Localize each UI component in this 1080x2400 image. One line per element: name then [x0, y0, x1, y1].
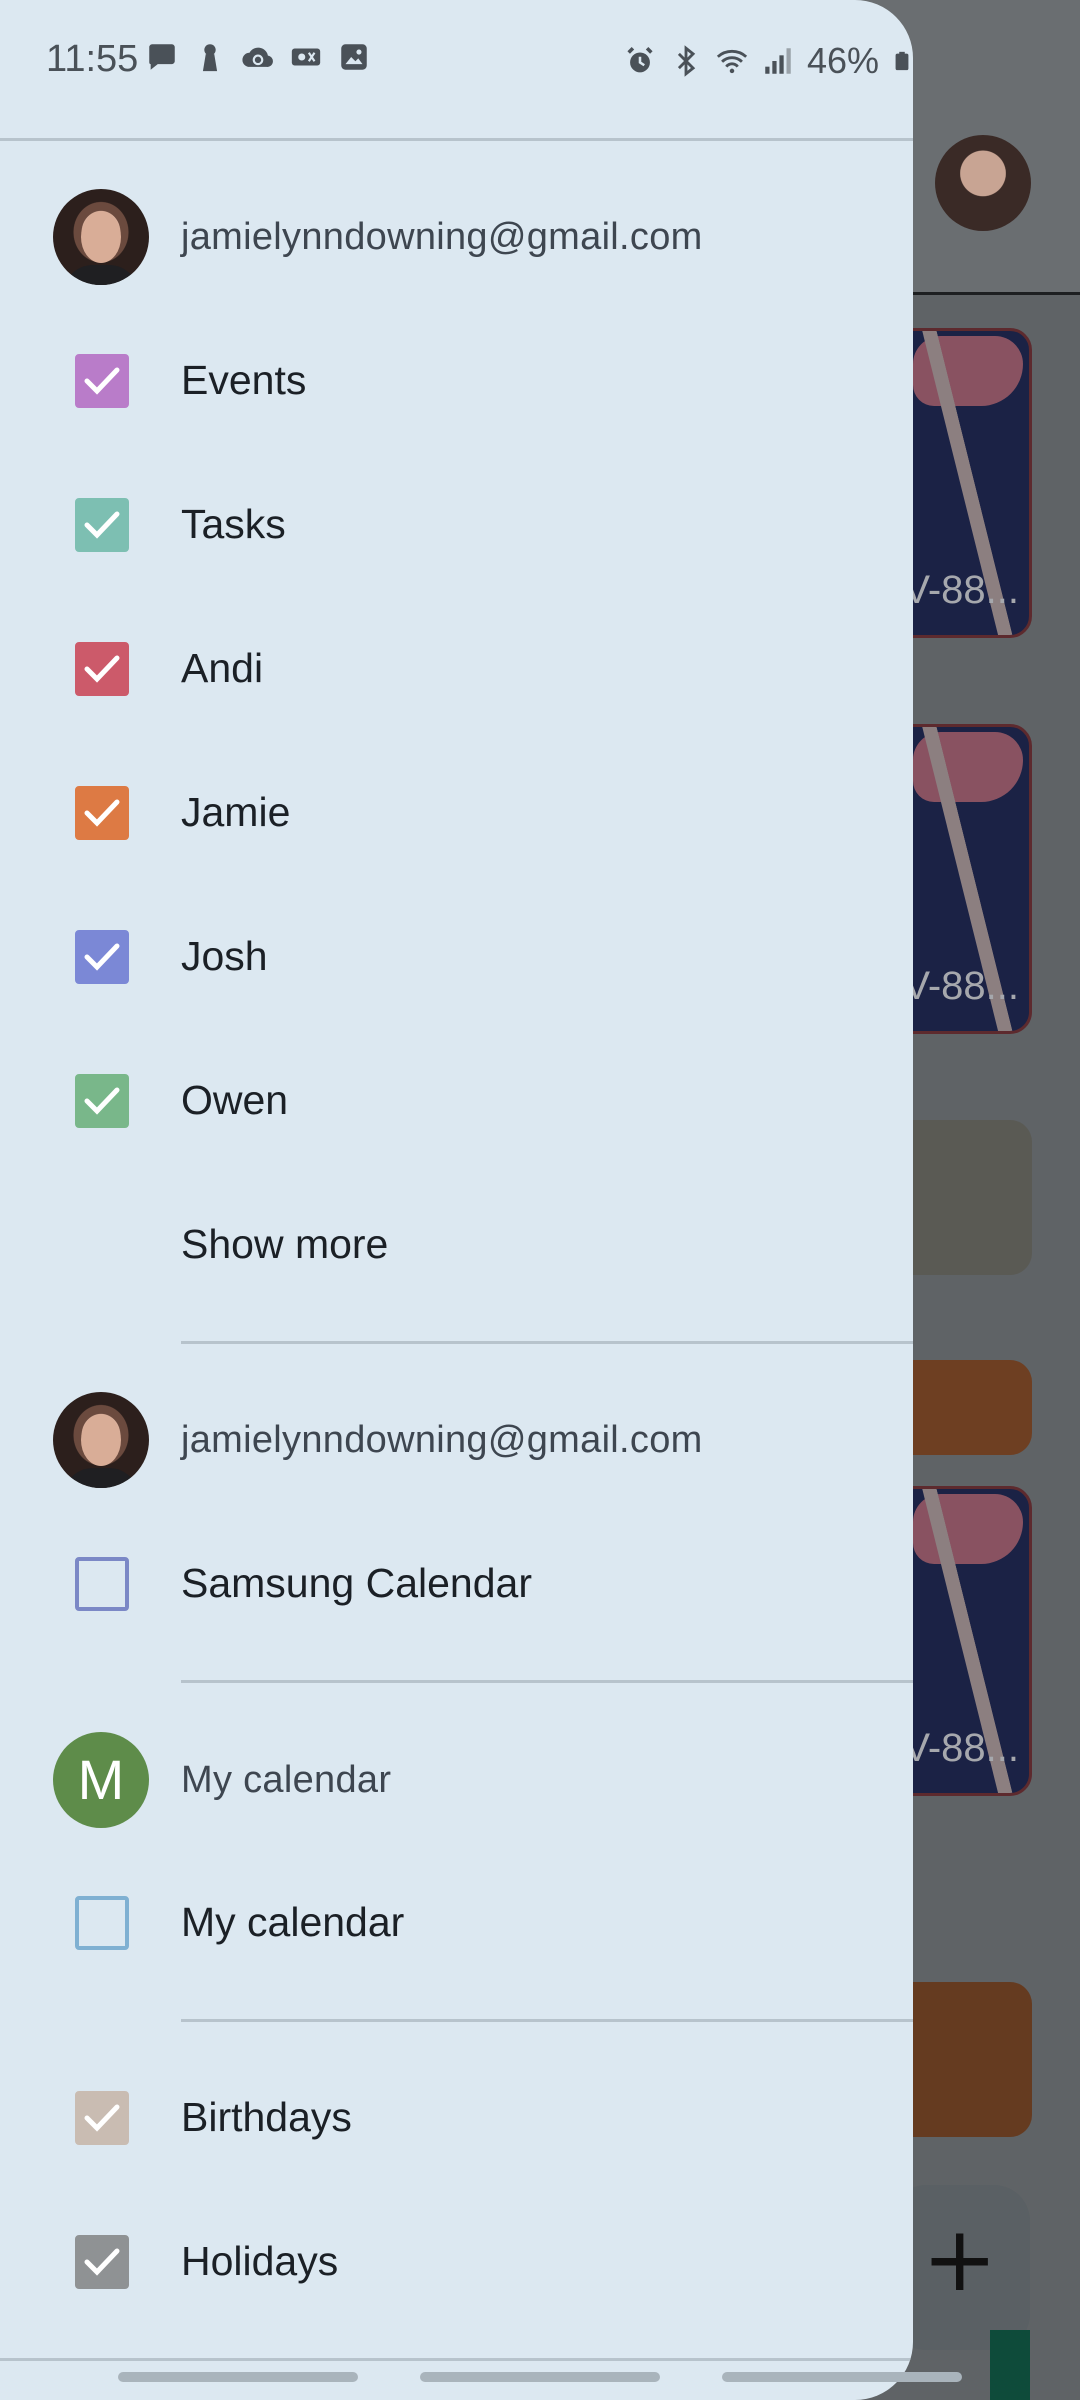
background-card-label: V-88...	[903, 568, 1019, 612]
wifi-icon	[716, 49, 748, 74]
system-status-icons: 46%	[623, 40, 913, 82]
calendar-drawer: 11:55 46% jamielynndowning@gmail.com Eve…	[0, 0, 913, 2400]
battery-percentage: 46%	[806, 40, 879, 81]
calendar-label: Andi	[181, 645, 264, 691]
calendar-item-samsung-calendar[interactable]: Samsung Calendar	[0, 1534, 913, 1634]
calendar-item-tasks[interactable]: Tasks	[0, 475, 913, 575]
section-divider	[0, 2358, 913, 2361]
avatar: M	[53, 1732, 149, 1828]
calendar-label: My calendar	[181, 1899, 405, 1945]
calendar-item-jamie[interactable]: Jamie	[0, 763, 913, 863]
account-header: M My calendar	[0, 1730, 913, 1830]
section-divider	[181, 2019, 913, 2022]
signal-icon	[765, 48, 791, 74]
calendar-item-birthdays[interactable]: Birthdays	[0, 2068, 913, 2168]
checkbox-unchecked[interactable]	[75, 1557, 129, 1611]
section-divider	[181, 1680, 913, 1683]
top-divider	[0, 138, 913, 141]
calendar-label: Samsung Calendar	[181, 1560, 532, 1606]
calendar-label: Birthdays	[181, 2094, 352, 2140]
checkbox-checked[interactable]	[75, 2235, 129, 2289]
background-account-avatar	[935, 135, 1031, 231]
checkbox-unchecked[interactable]	[75, 1896, 129, 1950]
image-icon	[341, 44, 367, 70]
avatar	[53, 189, 149, 285]
show-more-label: Show more	[181, 1221, 389, 1267]
ticket-icon	[291, 48, 321, 66]
checkbox-checked[interactable]	[75, 1074, 129, 1128]
account-header: jamielynndowning@gmail.com	[0, 1390, 913, 1490]
cloud-sync-icon	[242, 47, 273, 67]
checkmark-icon	[84, 1087, 120, 1115]
bluetooth-icon	[677, 45, 696, 77]
checkmark-icon	[84, 367, 120, 395]
show-more-button[interactable]: Show more	[0, 1195, 913, 1295]
chat-bubble-icon	[149, 44, 175, 70]
calendar-item-holidays[interactable]: Holidays	[0, 2212, 913, 2312]
account-header: jamielynndowning@gmail.com	[0, 187, 913, 287]
calendar-label: Tasks	[181, 501, 286, 547]
calendar-item-events[interactable]: Events	[0, 331, 913, 431]
status-bar: 11:55 46%	[0, 0, 913, 125]
background-strip	[990, 2330, 1030, 2400]
background-card-label: V-88...	[903, 964, 1019, 1008]
section-divider	[181, 1341, 913, 1344]
calendar-item-my-calendar[interactable]: My calendar	[0, 1873, 913, 1973]
checkmark-icon	[84, 943, 120, 971]
checkmark-icon	[84, 655, 120, 683]
keyhole-icon	[202, 44, 218, 72]
checkbox-checked[interactable]	[75, 498, 129, 552]
calendar-label: Holidays	[181, 2238, 339, 2284]
checkmark-icon	[84, 2104, 120, 2132]
calendar-item-owen[interactable]: Owen	[0, 1051, 913, 1151]
checkbox-checked[interactable]	[75, 786, 129, 840]
calendar-item-andi[interactable]: Andi	[0, 619, 913, 719]
calendar-label: Jamie	[181, 789, 291, 835]
battery-icon	[895, 51, 909, 71]
checkmark-icon	[84, 511, 120, 539]
avatar	[53, 1392, 149, 1488]
checkmark-icon	[84, 799, 120, 827]
account-email: jamielynndowning@gmail.com	[181, 215, 703, 258]
gesture-bar	[722, 2372, 962, 2382]
account-email: jamielynndowning@gmail.com	[181, 1418, 703, 1461]
alarm-icon	[627, 46, 653, 73]
account-name: My calendar	[181, 1758, 392, 1801]
checkbox-checked[interactable]	[75, 354, 129, 408]
checkbox-checked[interactable]	[75, 930, 129, 984]
status-time: 11:55	[46, 38, 139, 80]
checkbox-checked[interactable]	[75, 2091, 129, 2145]
calendar-label: Events	[181, 357, 307, 403]
calendar-item-josh[interactable]: Josh	[0, 907, 913, 1007]
calendar-label: Josh	[181, 933, 268, 979]
checkbox-checked[interactable]	[75, 642, 129, 696]
gesture-bar	[118, 2372, 358, 2382]
background-card-label: V-88...	[903, 1726, 1019, 1770]
gesture-bar	[420, 2372, 660, 2382]
checkmark-icon	[84, 2248, 120, 2276]
calendar-label: Owen	[181, 1077, 289, 1123]
notification-icons	[145, 40, 371, 74]
